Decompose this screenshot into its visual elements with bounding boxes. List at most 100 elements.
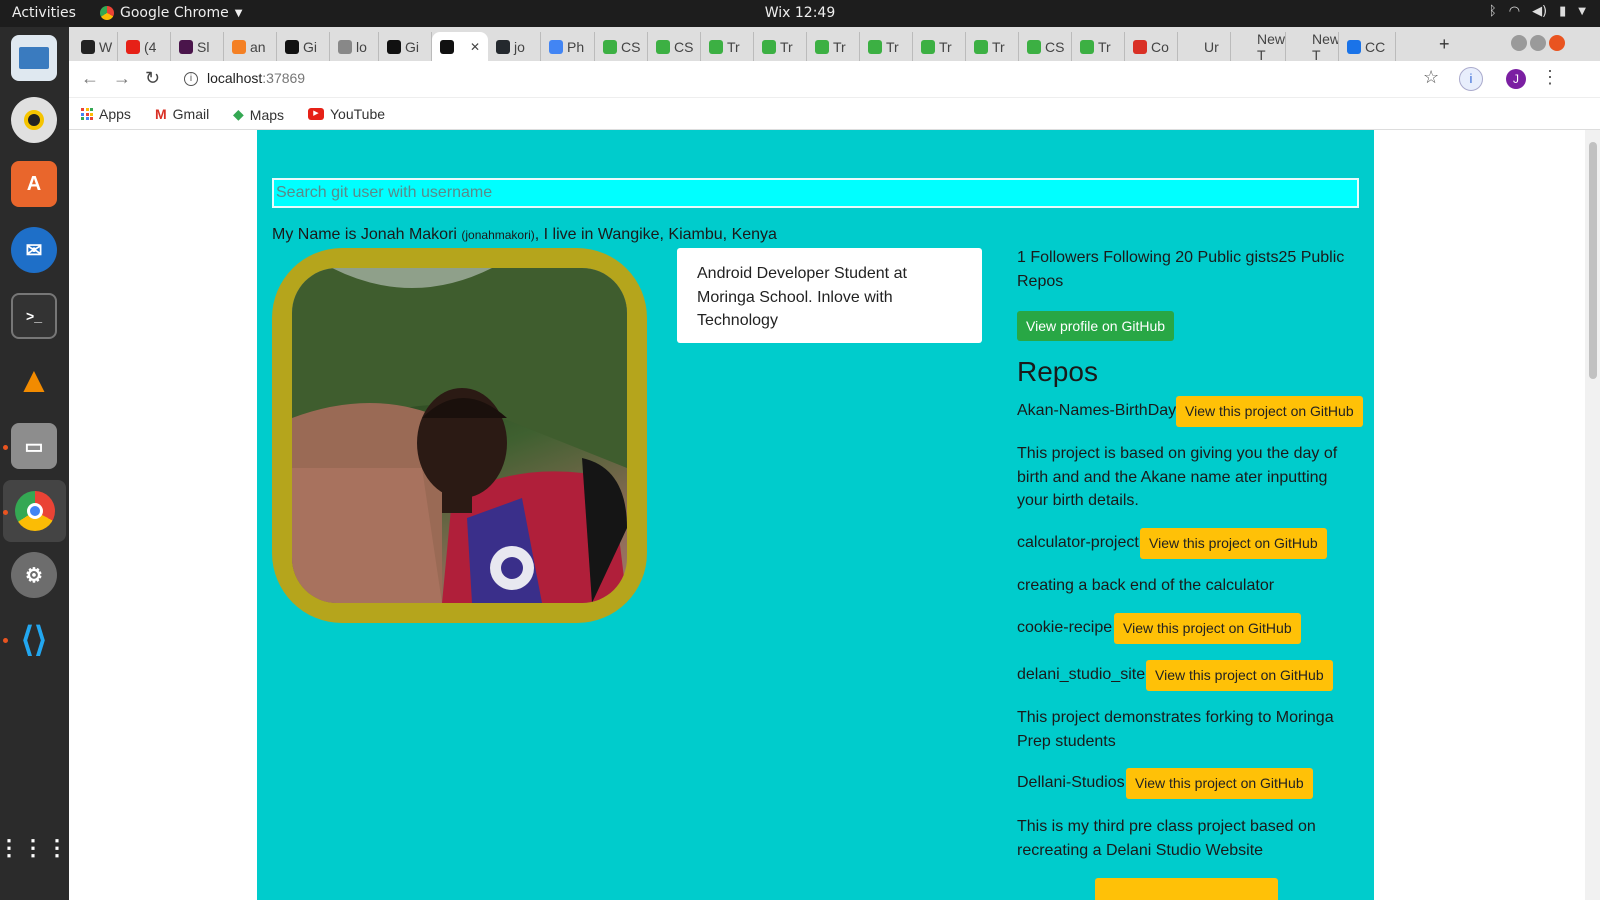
tab-favicon-icon: [232, 39, 246, 54]
tab-label: W: [99, 38, 113, 55]
view-repo-button[interactable]: View this project on GitHub: [1176, 396, 1363, 427]
browser-tab[interactable]: Tr: [966, 32, 1019, 61]
bookmark-maps[interactable]: ◆ Maps: [233, 106, 284, 123]
browser-tab[interactable]: Tr: [807, 32, 860, 61]
browser-tab[interactable]: (4: [118, 32, 171, 61]
browser-tab[interactable]: CS: [595, 32, 648, 61]
browser-tab[interactable]: Sl: [171, 32, 224, 61]
browser-tab[interactable]: Tr: [701, 32, 754, 61]
vlc-icon[interactable]: ▲: [11, 357, 57, 403]
repo-name: calculator-project: [1017, 534, 1139, 551]
tab-favicon-icon: [603, 39, 617, 54]
repos-title: Repos: [1017, 356, 1098, 387]
browser-tab[interactable]: Tr: [913, 32, 966, 61]
settings-icon[interactable]: ⚙: [11, 552, 57, 598]
tab-favicon-icon: [709, 39, 723, 54]
maximize-button[interactable]: [1530, 35, 1546, 51]
star-icon[interactable]: ☆: [1423, 67, 1439, 88]
chevron-down-icon: ▼: [234, 7, 243, 19]
view-repo-button-partial[interactable]: [1095, 878, 1278, 900]
menu-icon[interactable]: ⋮: [1541, 67, 1559, 88]
volume-icon[interactable]: ◀): [1532, 4, 1547, 19]
tab-label: New T: [1312, 32, 1339, 61]
image-viewer-icon[interactable]: [11, 35, 57, 81]
tab-favicon-icon: [338, 39, 352, 54]
vscode-icon[interactable]: ⟨⟩: [11, 617, 57, 663]
browser-tab[interactable]: Gi: [379, 32, 432, 61]
view-repo-button[interactable]: View this project on GitHub: [1140, 528, 1327, 559]
browser-tab[interactable]: Tr: [754, 32, 807, 61]
forward-button[interactable]: →: [113, 68, 131, 89]
view-repo-button[interactable]: View this project on GitHub: [1114, 613, 1301, 644]
browser-tab[interactable]: Tr: [1072, 32, 1125, 61]
view-repo-button[interactable]: View this project on GitHub: [1146, 660, 1333, 691]
wifi-icon[interactable]: ◠: [1509, 4, 1520, 19]
bluetooth-icon[interactable]: ᛒ: [1489, 4, 1497, 19]
chevron-down-icon[interactable]: ▼: [1578, 6, 1586, 17]
profile-avatar[interactable]: J: [1506, 69, 1526, 89]
browser-tab[interactable]: Ph: [541, 32, 595, 61]
show-apps-icon[interactable]: ⋮⋮⋮: [0, 825, 68, 871]
browser-tab[interactable]: jo: [488, 32, 541, 61]
close-window-button[interactable]: [1549, 35, 1565, 51]
browser-tab[interactable]: CS: [1019, 32, 1072, 61]
tab-favicon-icon: [387, 39, 401, 54]
close-tab-icon[interactable]: ✕: [470, 40, 480, 54]
minimize-button[interactable]: [1511, 35, 1527, 51]
chrome-dock-icon[interactable]: [3, 480, 66, 542]
system-tray[interactable]: ᛒ ◠ ◀) ▮ ▼: [1489, 4, 1586, 19]
browser-tab[interactable]: CC: [1339, 32, 1396, 61]
software-center-icon[interactable]: A: [11, 161, 57, 207]
avatar-photo: [292, 268, 627, 603]
tab-favicon-icon: [1133, 39, 1147, 54]
browser-tab[interactable]: Ur: [1178, 32, 1231, 61]
new-tab-button[interactable]: +: [1439, 34, 1450, 55]
extension-icon[interactable]: i: [1459, 67, 1483, 91]
rhythmbox-icon[interactable]: [11, 97, 57, 143]
user-intro: My Name is Jonah Makori (jonahmakori), I…: [272, 226, 777, 244]
thunderbird-icon[interactable]: ✉: [11, 227, 57, 273]
page-scrollbar[interactable]: [1585, 130, 1600, 900]
address-bar[interactable]: localhost:37869: [207, 70, 305, 86]
bookmarks-bar: Apps M Gmail ◆ Maps ▶ YouTube: [69, 98, 1600, 130]
user-stats: 1 Followers Following 20 Public gists25 …: [1017, 249, 1345, 290]
browser-tab[interactable]: Co: [1125, 32, 1178, 61]
terminal-icon[interactable]: >_: [11, 293, 57, 339]
browser-tab[interactable]: Gi: [277, 32, 330, 61]
files-icon[interactable]: ▭: [11, 423, 57, 469]
info-icon[interactable]: i: [184, 72, 198, 86]
tab-label: Tr: [939, 38, 952, 55]
tab-favicon-icon: [549, 39, 563, 54]
bookmark-gmail[interactable]: M Gmail: [155, 106, 209, 122]
maps-icon: ◆: [233, 106, 244, 122]
app-menu[interactable]: Google Chrome ▼: [100, 5, 242, 21]
tab-label: Tr: [1098, 38, 1111, 55]
tab-label: Co: [1151, 38, 1169, 55]
tab-favicon-icon: [974, 39, 988, 54]
tab-label: an: [250, 38, 266, 55]
browser-tab[interactable]: lo: [330, 32, 379, 61]
browser-tab[interactable]: New T: [1286, 32, 1339, 61]
view-repo-button[interactable]: View this project on GitHub: [1126, 768, 1313, 799]
back-button[interactable]: ←: [81, 68, 99, 89]
bookmark-label: Gmail: [172, 106, 210, 122]
view-profile-button[interactable]: View profile on GitHub: [1017, 311, 1175, 341]
activities-button[interactable]: Activities: [12, 5, 76, 21]
bookmark-youtube[interactable]: ▶ YouTube: [308, 106, 385, 122]
browser-tab[interactable]: an: [224, 32, 277, 61]
scrollbar-thumb[interactable]: [1589, 142, 1597, 379]
page-viewport: My Name is Jonah Makori (jonahmakori), I…: [69, 130, 1600, 900]
search-input[interactable]: [272, 178, 1359, 208]
browser-tab[interactable]: New T: [1231, 32, 1286, 61]
bookmark-apps[interactable]: Apps: [81, 106, 131, 122]
tab-active[interactable]: ✕: [432, 32, 488, 61]
reload-button[interactable]: ↻: [145, 68, 160, 89]
tab-label: (4: [144, 38, 157, 55]
browser-tab[interactable]: CS: [648, 32, 701, 61]
system-top-bar: Activities Google Chrome ▼ Wix 12:49 ᛒ ◠…: [0, 0, 1600, 27]
repo-name: Dellani-Studios: [1017, 774, 1125, 791]
battery-icon[interactable]: ▮: [1559, 4, 1566, 19]
browser-tab[interactable]: Tr: [860, 32, 913, 61]
browser-tab[interactable]: W: [73, 32, 118, 61]
tab-label: Tr: [727, 38, 740, 55]
